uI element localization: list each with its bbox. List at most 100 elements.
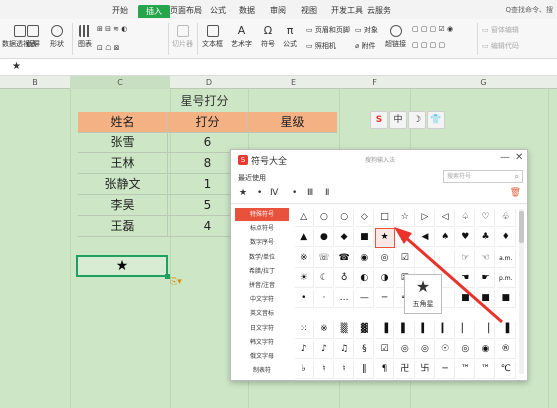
tab-data[interactable]: 数据 (239, 4, 255, 17)
ime-mode-button[interactable]: 中 (389, 111, 407, 129)
symbol-cell[interactable]: ※ (295, 249, 314, 268)
symbol-cell[interactable]: ♫ (335, 340, 354, 359)
symbol-cell[interactable]: ▓ (355, 320, 375, 339)
category-item[interactable]: 希腊/拉丁 (235, 265, 289, 278)
symbol-cell[interactable]: p.m. (497, 269, 516, 288)
close-icon[interactable]: ✕ (515, 152, 523, 163)
symbol-cell[interactable]: ─ (436, 361, 455, 380)
header-rating[interactable]: 星级 (247, 112, 337, 133)
screenshot-button[interactable]: 截屏 (26, 25, 40, 49)
symbol-cell[interactable]: ◎ (396, 340, 415, 359)
active-cell[interactable]: ★ (76, 255, 168, 277)
symbol-cell[interactable]: △ (295, 209, 314, 227)
symbol-cell[interactable]: ▍ (416, 320, 435, 339)
symbol-cell[interactable]: ♡ (476, 209, 496, 227)
symbol-cell[interactable]: ♮ (315, 361, 334, 380)
symbol-cell[interactable]: ‖ (355, 361, 375, 380)
symbol-cell[interactable] (436, 249, 455, 268)
symbol-cell[interactable]: ☜ (476, 249, 496, 268)
table-cell-name[interactable]: 李昊 (78, 195, 167, 216)
recent-symbol[interactable]: • (292, 186, 297, 200)
symbol-cell[interactable]: ▌ (396, 320, 415, 339)
symbol-cell[interactable]: ◉ (476, 340, 496, 359)
symbol-cell[interactable]: □ (375, 209, 395, 227)
search-icon[interactable]: ⌕ (515, 171, 519, 182)
symbol-search-input[interactable]: 搜索符号 ⌕ (443, 170, 523, 183)
category-item[interactable]: 中文字符 (235, 293, 289, 306)
symbol-cell[interactable]: 卐 (416, 361, 435, 380)
symbol-cell[interactable]: ■ (355, 229, 375, 248)
category-item[interactable]: 韩文字符 (235, 336, 289, 349)
symbol-cell[interactable]: ☉ (436, 340, 455, 359)
symbol-cell[interactable]: ▎ (436, 320, 455, 339)
symbol-cell[interactable]: ♧ (497, 209, 516, 227)
category-item[interactable]: 英文音标 (235, 307, 289, 320)
recent-symbol[interactable]: Ⅲ (307, 186, 313, 200)
symbol-cell[interactable]: ▐ (497, 320, 516, 339)
column-header-b[interactable]: B (0, 76, 70, 89)
symbol-cell[interactable]: ℃ (497, 361, 516, 380)
symbol-cell[interactable]: ▕ (476, 320, 496, 339)
symbol-cell[interactable]: ♁ (335, 269, 354, 288)
form-controls-2[interactable]: ▢ ▢ ▢ ▢ (412, 41, 445, 49)
symbol-cell[interactable]: ▲ (295, 229, 314, 248)
chart-type-icons-2[interactable]: ⊡ ☖ ⊠ (97, 44, 119, 52)
symbol-cell[interactable]: • (295, 290, 314, 309)
tab-view[interactable]: 视图 (301, 4, 317, 17)
table-cell-name[interactable]: 张静文 (78, 174, 167, 195)
form-edit-button[interactable]: ▭ 窗体编辑 (482, 25, 519, 35)
symbol-button[interactable]: Ω 符号 (261, 25, 275, 49)
symbol-cell[interactable]: ☾ (315, 269, 334, 288)
chart-type-icons[interactable]: ⊞ ⊟ ≋ ◐ (97, 25, 127, 33)
symbol-cell[interactable]: ○ (335, 209, 354, 227)
column-header-e[interactable]: E (248, 76, 339, 89)
category-item[interactable]: 制表符 (235, 364, 289, 377)
edit-code-button[interactable]: ▭ 编辑代码 (482, 41, 519, 51)
symbol-cell[interactable]: ■ (497, 290, 516, 309)
header-score[interactable]: 打分 (167, 112, 247, 133)
wordart-button[interactable]: A 艺术字 (231, 25, 252, 49)
symbol-cell[interactable]: ☎ (335, 249, 354, 268)
symbol-cell[interactable]: · (315, 290, 334, 309)
symbol-cell[interactable]: ♥ (456, 229, 476, 248)
symbol-cell[interactable]: ♠ (436, 229, 455, 248)
symbol-cell[interactable]: ◑ (375, 269, 395, 288)
formula-bar-value[interactable]: ★ (12, 60, 21, 74)
symbol-cell[interactable]: ☆ (396, 209, 415, 227)
table-title[interactable]: 星号打分 (70, 93, 339, 109)
category-item[interactable]: 数字序号 (235, 236, 289, 249)
recent-symbol[interactable]: ★ (239, 186, 247, 200)
category-item[interactable]: 俄文字母 (235, 350, 289, 363)
symbol-cell[interactable]: ● (315, 229, 334, 248)
ime-logo-icon[interactable]: S (370, 111, 388, 129)
recent-symbol[interactable]: Ⅱ (325, 186, 329, 200)
symbol-cell[interactable]: a.m. (497, 249, 516, 268)
symbol-cell[interactable]: ♪ (315, 340, 334, 359)
symbol-cell[interactable]: ☏ (315, 249, 334, 268)
recent-symbol[interactable]: • (257, 186, 262, 200)
symbol-cell[interactable]: ™ (456, 361, 476, 380)
symbol-cell[interactable]: ▐ (375, 320, 395, 339)
category-item[interactable]: 标点符号 (235, 222, 289, 235)
symbol-cell[interactable]: ☑ (375, 340, 395, 359)
paste-options-icon[interactable]: ⎘▾ (170, 277, 182, 287)
command-search[interactable]: Q查找命令、搜 (505, 4, 553, 16)
scrollbar-thumb[interactable] (519, 211, 524, 243)
symbol-cell[interactable]: — (355, 290, 375, 309)
tab-insert[interactable]: 插入 (138, 5, 170, 18)
column-header-c[interactable]: C (70, 76, 170, 89)
symbol-cell[interactable]: ◐ (355, 269, 375, 288)
object-button[interactable]: ▭ 对象 (355, 25, 378, 35)
symbol-cell[interactable]: ◎ (456, 340, 476, 359)
symbol-cell[interactable]: ♭ (295, 361, 314, 380)
symbol-cell[interactable]: ☛ (476, 269, 496, 288)
textbox-button[interactable]: 文本框 (202, 25, 223, 49)
symbol-cell[interactable]: ◎ (375, 249, 395, 268)
category-item[interactable]: 日文字符 (235, 322, 289, 335)
tab-home[interactable]: 开始 (112, 4, 128, 17)
formula-bar[interactable]: ★ (0, 59, 557, 76)
symbol-cell[interactable]: ◇ (355, 209, 375, 227)
symbol-cell[interactable]: 卍 (396, 361, 415, 380)
symbol-cell[interactable]: ® (497, 340, 516, 359)
symbol-cell[interactable]: ◉ (355, 249, 375, 268)
